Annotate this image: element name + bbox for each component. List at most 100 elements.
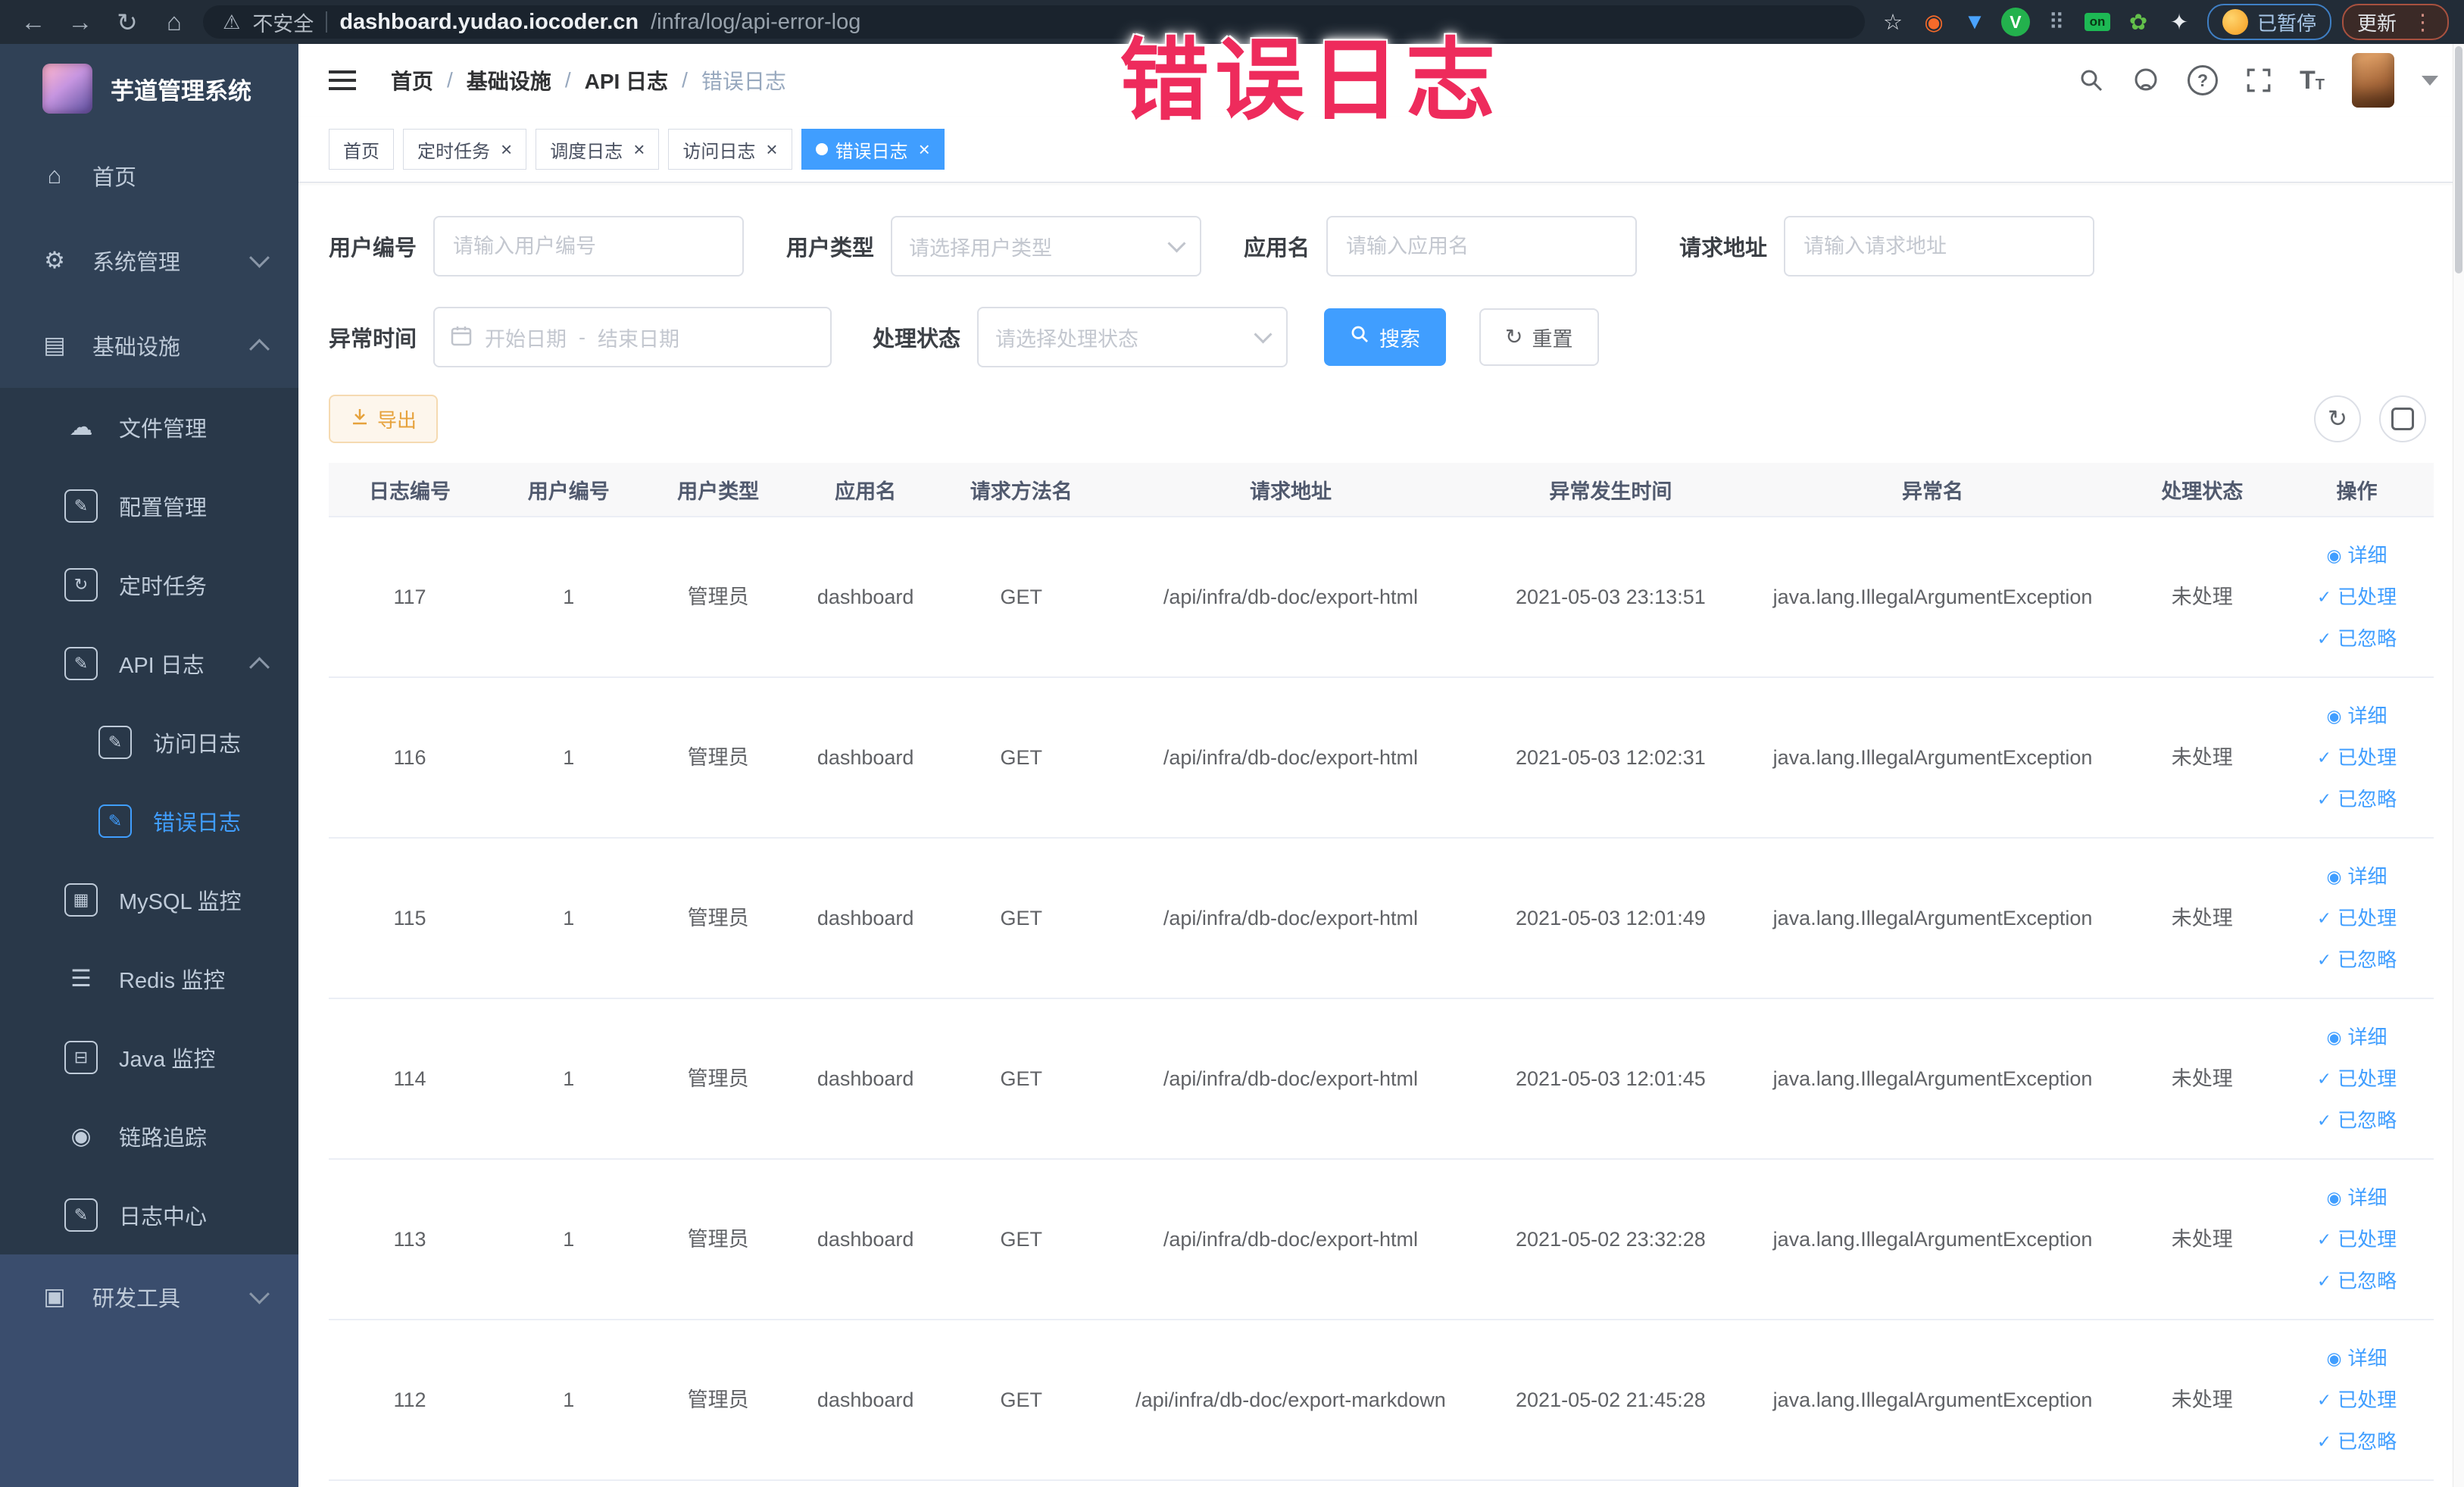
row-action-link[interactable]: ✓ 已忽略 [2317, 1427, 2397, 1457]
filter-input[interactable] [451, 233, 726, 259]
row-action-link[interactable]: ✓ 已处理 [2317, 1385, 2397, 1415]
cell-exception-time: 2021-05-03 23:13:51 [1516, 585, 1706, 608]
sidebar-item[interactable]: ⊟ Java 监控 [0, 1018, 298, 1097]
plant-extension-icon[interactable]: ✿ [2121, 5, 2156, 39]
row-action-link[interactable]: ✓ 已忽略 [2317, 785, 2397, 814]
sidebar-item[interactable]: ▦ MySQL 监控 [0, 861, 298, 939]
table-row: 115 1 管理员 dashboard GET /api/infra/db-do… [329, 839, 2434, 999]
sidebar-item[interactable]: ☰ Redis 监控 [0, 939, 298, 1018]
filter-input[interactable] [1344, 233, 1619, 259]
filter-control[interactable]: 请选择用户类型 [891, 216, 1202, 276]
filter-control[interactable]: 请输入请求地址 [1784, 216, 2095, 276]
caret-down-icon[interactable] [2422, 75, 2438, 86]
row-action-link[interactable]: ✓ 已忽略 [2317, 624, 2397, 654]
sidebar-item[interactable]: ⚙ 系统管理 [0, 218, 298, 303]
kebab-menu-icon[interactable]: ⋮ [2412, 9, 2434, 36]
row-action-link[interactable]: ◉ 详细 [2326, 862, 2387, 892]
browser-home-button[interactable]: ⌂ [156, 8, 192, 36]
switch-on-extension-icon[interactable]: on [2080, 5, 2115, 39]
url-bar[interactable]: ⚠ 不安全 dashboard.yudao.iocoder.cn /infra/… [203, 5, 1865, 39]
view-tab[interactable]: 访问日志 × [668, 129, 792, 170]
bookmark-star-icon[interactable]: ☆ [1875, 5, 1910, 39]
row-action-link[interactable]: ◉ 详细 [2326, 701, 2387, 731]
logo-avatar [42, 64, 92, 114]
app-logo[interactable]: 芋道管理系统 [0, 44, 298, 133]
sidebar-item[interactable]: ▣ 研发工具 [0, 1254, 298, 1339]
breadcrumb-item[interactable]: 首页 [391, 65, 433, 95]
cell-exception-time: 2021-05-02 23:32:28 [1516, 1227, 1706, 1251]
row-action-link[interactable]: ◉ 详细 [2326, 1183, 2387, 1213]
user-avatar[interactable] [2352, 53, 2394, 108]
security-label[interactable]: 不安全 [252, 8, 314, 37]
grid-extension-icon[interactable]: ⠿ [2039, 5, 2074, 39]
collapse-sidebar-icon[interactable] [329, 79, 356, 82]
filter-label: 应用名 [1244, 236, 1310, 261]
log-center-icon: ✎ [64, 1198, 98, 1232]
export-button[interactable]: 导出 [329, 395, 439, 443]
action-label: 详细 [2347, 1346, 2387, 1370]
cell-actions: ◉ 详细 ✓ 已处理 ✓ 已忽略 [2280, 701, 2434, 814]
browser-reload-button[interactable]: ↻ [109, 8, 145, 37]
refresh-table-button[interactable]: ↻ [2314, 395, 2361, 442]
action-label: 已忽略 [2338, 1429, 2397, 1453]
row-action-link[interactable]: ◉ 详细 [2326, 541, 2387, 570]
shield-extension-icon[interactable]: ▼ [1957, 5, 1992, 39]
row-action-link[interactable]: ◉ 详细 [2326, 1023, 2387, 1052]
sidebar-item[interactable]: ☁ 文件管理 [0, 388, 298, 467]
view-tab[interactable]: 错误日志 × [801, 129, 945, 170]
v-extension-icon[interactable]: V [1998, 5, 2033, 39]
browser-back-button[interactable]: ← [15, 8, 52, 36]
view-tab[interactable]: 调度日志 × [536, 129, 660, 170]
row-action-link[interactable]: ✓ 已处理 [2317, 1064, 2397, 1094]
status-select[interactable]: 请选择处理状态 [977, 307, 1288, 367]
sidebar-item[interactable]: ◉ 链路追踪 [0, 1097, 298, 1176]
puzzle-extension-icon[interactable]: ✦ [2162, 5, 2197, 39]
sidebar-item[interactable]: ✎ API 日志 [0, 624, 298, 703]
sidebar-item[interactable]: ✎ 日志中心 [0, 1176, 298, 1254]
search-button[interactable]: 搜索 [1324, 308, 1447, 366]
sidebar-item[interactable]: ▤ 基础设施 [0, 303, 298, 388]
close-icon[interactable]: × [633, 139, 645, 159]
start-date-placeholder[interactable]: 开始日期 [485, 323, 567, 352]
action-label: 详细 [2347, 1186, 2387, 1209]
reset-button[interactable]: ↻ 重置 [1479, 308, 1599, 366]
close-icon[interactable]: × [501, 139, 512, 159]
github-icon[interactable] [2131, 66, 2160, 95]
row-action-link[interactable]: ✓ 已忽略 [2317, 1106, 2397, 1136]
row-action-link[interactable]: ✓ 已处理 [2317, 743, 2397, 773]
end-date-placeholder[interactable]: 结束日期 [598, 323, 679, 352]
row-action-link[interactable]: ✓ 已处理 [2317, 1225, 2397, 1254]
sidebar-item[interactable]: ⌂ 首页 [0, 133, 298, 218]
breadcrumb-item[interactable]: 错误日志 [701, 65, 786, 95]
browser-update-button[interactable]: 更新 ⋮ [2341, 4, 2449, 40]
filter-input[interactable] [1802, 233, 2077, 259]
sidebar-item[interactable]: ✎ 访问日志 [0, 703, 298, 782]
profile-paused-badge[interactable]: 已暂停 [2206, 4, 2331, 40]
sidebar-item[interactable]: ✎ 错误日志 [0, 782, 298, 861]
font-size-icon[interactable]: TT [2300, 67, 2325, 93]
row-action-link[interactable]: ✓ 已忽略 [2317, 945, 2397, 975]
breadcrumb-item[interactable]: API 日志 [585, 65, 668, 95]
scrollbar-thumb[interactable] [2455, 46, 2462, 273]
sidebar-item[interactable]: ↻ 定时任务 [0, 545, 298, 624]
breadcrumb-item[interactable]: 基础设施 [467, 65, 551, 95]
page-scrollbar[interactable] [2453, 44, 2464, 1487]
row-action-link[interactable]: ✓ 已忽略 [2317, 1267, 2397, 1296]
date-range-picker[interactable]: 开始日期 - 结束日期 [433, 307, 832, 367]
sidebar-item[interactable]: ✎ 配置管理 [0, 467, 298, 545]
row-action-link[interactable]: ✓ 已处理 [2317, 904, 2397, 933]
close-icon[interactable]: × [919, 139, 930, 159]
view-tab[interactable]: 定时任务 × [403, 129, 527, 170]
fullscreen-icon[interactable] [2245, 67, 2272, 94]
row-action-link[interactable]: ✓ 已处理 [2317, 583, 2397, 612]
close-icon[interactable]: × [766, 139, 777, 159]
browser-forward-button[interactable]: → [62, 8, 98, 36]
adblock-extension-icon[interactable]: ◉ [1916, 5, 1951, 39]
filter-control[interactable]: 请输入用户编号 [433, 216, 745, 276]
column-settings-button[interactable] [2379, 395, 2426, 442]
row-action-link[interactable]: ◉ 详细 [2326, 1344, 2387, 1373]
help-icon[interactable]: ? [2188, 65, 2218, 95]
filter-control[interactable]: 请输入应用名 [1326, 216, 1638, 276]
search-icon[interactable] [2078, 67, 2104, 93]
view-tab[interactable]: 首页 [329, 129, 394, 170]
